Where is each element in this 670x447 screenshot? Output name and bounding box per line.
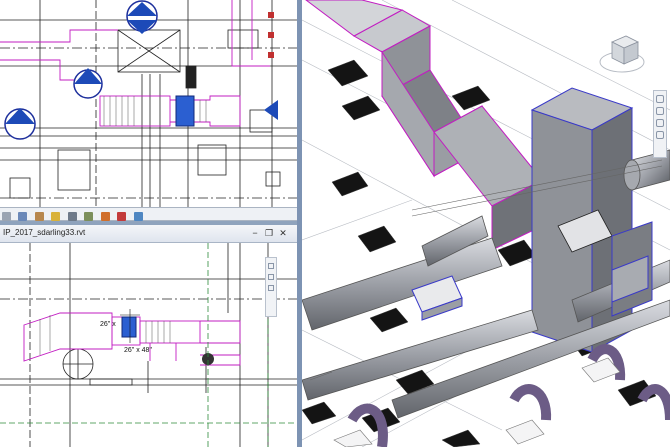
floor-plan-drawing — [0, 0, 297, 207]
zoom-icon[interactable] — [268, 263, 274, 269]
minimize-button[interactable]: − — [250, 228, 260, 238]
restore-button[interactable]: ❐ — [264, 228, 274, 238]
section-marker-icon — [4, 0, 278, 140]
reveal-hidden-icon[interactable] — [117, 212, 127, 221]
floor-plan-view-bottom[interactable]: 26" x 26" x 48" — [0, 243, 297, 447]
navigation-bar-3d — [653, 90, 667, 158]
temporary-hide-icon[interactable] — [100, 212, 110, 221]
navigation-bar — [265, 257, 277, 317]
cube-icon — [599, 35, 645, 73]
view-control-bar — [0, 207, 297, 221]
view-cube[interactable] — [598, 28, 646, 76]
zoom-icon[interactable] — [656, 107, 664, 115]
floor-plan-view-top[interactable] — [0, 0, 297, 207]
worksharing-icon[interactable] — [133, 212, 143, 221]
detail-level-icon[interactable] — [18, 212, 28, 221]
pan-icon[interactable] — [268, 274, 274, 280]
sun-path-icon[interactable] — [51, 212, 61, 221]
scale-icon[interactable] — [2, 212, 11, 221]
shadows-icon[interactable] — [67, 212, 77, 221]
duct-size-label: 26" x — [100, 321, 116, 328]
orbit-icon[interactable] — [656, 131, 664, 139]
steering-wheel-icon[interactable] — [656, 95, 664, 103]
crop-icon[interactable] — [84, 212, 94, 221]
view-title-bar: IP_2017_sdarling33.rvt − ❐ ✕ — [0, 225, 297, 243]
pan-icon[interactable] — [656, 119, 664, 127]
orbit-icon[interactable] — [268, 285, 274, 291]
visual-style-icon[interactable] — [34, 212, 44, 221]
3d-view[interactable] — [302, 0, 670, 447]
close-button[interactable]: ✕ — [278, 228, 288, 238]
duct-size-label: 26" x 48" — [124, 347, 152, 354]
duct-plan-drawing — [0, 243, 297, 447]
view-title: IP_2017_sdarling33.rvt — [3, 228, 86, 237]
